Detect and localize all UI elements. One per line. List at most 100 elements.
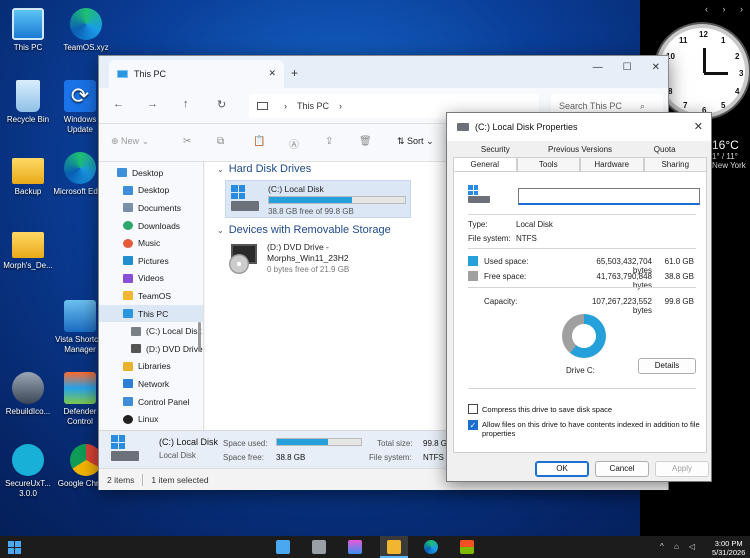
windows-logo-app-icon[interactable]	[276, 540, 290, 554]
nav-item-local-disk-c[interactable]: (C:) Local Disk	[99, 322, 203, 340]
desktop-icon-secureuxtheme[interactable]: SecureUxT... 3.0.0	[0, 444, 59, 499]
disk-usage-donut	[562, 314, 606, 358]
tab-quota[interactable]: Quota	[622, 143, 707, 157]
nav-item-libraries[interactable]: Libraries	[99, 358, 203, 376]
dvd-drive-icon[interactable]	[227, 242, 261, 274]
clock-gadget: 12 1 2 3 4 5 6 7 8 9 10 11	[655, 24, 749, 118]
weather-gadget: 16°C 1° / 11° New York	[712, 138, 746, 170]
breadcrumb[interactable]: This PC	[297, 101, 329, 111]
desktop-icon-this-pc[interactable]: This PC	[0, 8, 59, 53]
up-arrow-icon[interactable]: ↑	[183, 98, 189, 110]
drive-label-input[interactable]	[518, 188, 700, 205]
cancel-button[interactable]: Cancel	[595, 461, 649, 477]
chevron-down-icon: ⌄	[217, 165, 224, 174]
drive-tile-d[interactable]: (D:) DVD Drive - Morphs_Win11_23H2 0 byt…	[267, 242, 349, 275]
update-icon	[64, 80, 96, 112]
system-tray[interactable]: ^ ⌂ ◁	[660, 542, 699, 551]
sort-button[interactable]: ⇅ Sort ⌄	[397, 136, 434, 147]
edge-taskbar-icon[interactable]	[424, 540, 438, 554]
start-button[interactable]	[8, 541, 21, 554]
nav-item-network[interactable]: Network	[99, 375, 203, 393]
refresh-icon[interactable]: ↻	[217, 98, 226, 111]
tool-icon	[12, 372, 44, 404]
forward-arrow-icon[interactable]: →	[147, 98, 158, 110]
nav-scrollbar[interactable]	[198, 322, 201, 352]
nav-item-desktop-root[interactable]: Desktop	[99, 164, 203, 182]
share-icon[interactable]: ⇪	[325, 136, 333, 147]
apply-button[interactable]: Apply	[655, 461, 709, 477]
nav-item-desktop[interactable]: Desktop	[99, 182, 203, 200]
window-controls: — ☐ ✕	[593, 62, 660, 73]
nav-item-downloads[interactable]: Downloads	[99, 217, 203, 235]
chevron-right-icon: ›	[339, 101, 343, 111]
index-checkbox[interactable]: ✓	[468, 420, 478, 430]
drive-usage-fill	[269, 197, 352, 203]
paste-icon[interactable]: 📋	[253, 136, 265, 147]
ok-button[interactable]: OK	[535, 461, 589, 477]
desktop-icon-teamos[interactable]: TeamOS.xyz	[55, 8, 117, 53]
videos-icon	[123, 273, 133, 283]
details-usage-bar	[276, 438, 362, 446]
rename-icon[interactable]: Ⓐ	[289, 136, 299, 151]
tab-bar: This PC ✕ + — ☐ ✕	[99, 56, 668, 88]
task-view-icon[interactable]	[312, 540, 326, 554]
defender-icon	[64, 372, 96, 404]
new-tab-button[interactable]: +	[291, 66, 298, 80]
nav-item-teamos[interactable]: TeamOS	[99, 287, 203, 305]
clock-hour-hand	[703, 48, 706, 73]
taskbar-clock[interactable]: 3:00 PM 5/31/2026	[712, 539, 745, 557]
tab-general[interactable]: General	[453, 157, 517, 171]
monitor-icon	[12, 8, 44, 40]
free-space-swatch	[468, 271, 478, 281]
nav-item-linux[interactable]: Linux	[99, 410, 203, 428]
nav-item-videos[interactable]: Videos	[99, 270, 203, 288]
chevron-right-icon: ›	[284, 101, 287, 111]
minimize-button[interactable]: —	[593, 62, 603, 73]
copilot-icon[interactable]	[348, 540, 362, 554]
maximize-button[interactable]: ☐	[623, 62, 632, 73]
nav-item-pictures[interactable]: Pictures	[99, 252, 203, 270]
desktop-icon-morphs-folder[interactable]: Morph's_De...	[0, 226, 59, 271]
clock-minute-hand	[704, 72, 728, 75]
nav-item-documents[interactable]: Documents	[99, 199, 203, 217]
details-button[interactable]: Details	[638, 358, 696, 374]
delete-icon[interactable]: 🗑	[359, 136, 372, 147]
this-pc-icon	[117, 70, 128, 78]
tab-hardware[interactable]: Hardware	[580, 157, 644, 171]
file-explorer-icon[interactable]	[387, 540, 401, 554]
gadget-arrows[interactable]: ‹ › ›	[705, 4, 749, 14]
desktop-icon-backup[interactable]: Backup	[0, 152, 59, 197]
close-icon[interactable]: ✕	[694, 120, 703, 133]
network-icon	[123, 379, 133, 389]
cut-icon[interactable]: ✂	[183, 136, 191, 147]
nav-item-dvd-drive-d[interactable]: (D:) DVD Drive	[99, 340, 203, 358]
new-button[interactable]: ⊕ New ⌄	[111, 136, 149, 147]
copy-icon[interactable]: ⧉	[217, 136, 224, 147]
drive-icon	[457, 123, 469, 131]
windows-drive-icon	[111, 435, 139, 463]
nav-item-this-pc[interactable]: This PC	[99, 304, 203, 323]
tab-close-icon[interactable]: ✕	[268, 68, 276, 79]
store-icon[interactable]	[460, 540, 474, 554]
desktop-icon-recycle-bin[interactable]: Recycle Bin	[0, 80, 59, 125]
drive-tile-c[interactable]: (C:) Local Disk 38.8 GB free of 99.8 GB	[225, 180, 411, 218]
tab-sharing[interactable]: Sharing	[643, 157, 707, 171]
nav-item-music[interactable]: Music	[99, 234, 203, 252]
drive-icon	[131, 326, 141, 336]
nav-item-control-panel[interactable]: Control Panel	[99, 393, 203, 411]
back-arrow-icon[interactable]: ←	[113, 98, 124, 110]
computer-icon	[257, 102, 268, 110]
group-header-hard-disk-drives[interactable]: ⌄ Hard Disk Drives	[217, 163, 311, 175]
dvd-icon	[131, 344, 141, 354]
folder-icon	[12, 158, 44, 184]
folder-icon	[12, 232, 44, 258]
tab-security[interactable]: Security	[453, 143, 538, 157]
group-header-removable-storage[interactable]: ⌄ Devices with Removable Storage	[217, 224, 391, 236]
navigation-pane: Desktop Desktop Documents Downloads Musi…	[99, 162, 204, 430]
tab-tools[interactable]: Tools	[516, 157, 580, 171]
tab-this-pc[interactable]: This PC ✕	[109, 60, 284, 88]
compress-checkbox[interactable]	[468, 404, 478, 414]
close-button[interactable]: ✕	[652, 62, 660, 73]
desktop-icon-rebuildicon[interactable]: RebuildIco...	[0, 372, 59, 417]
tab-previous-versions[interactable]: Previous Versions	[538, 143, 623, 157]
